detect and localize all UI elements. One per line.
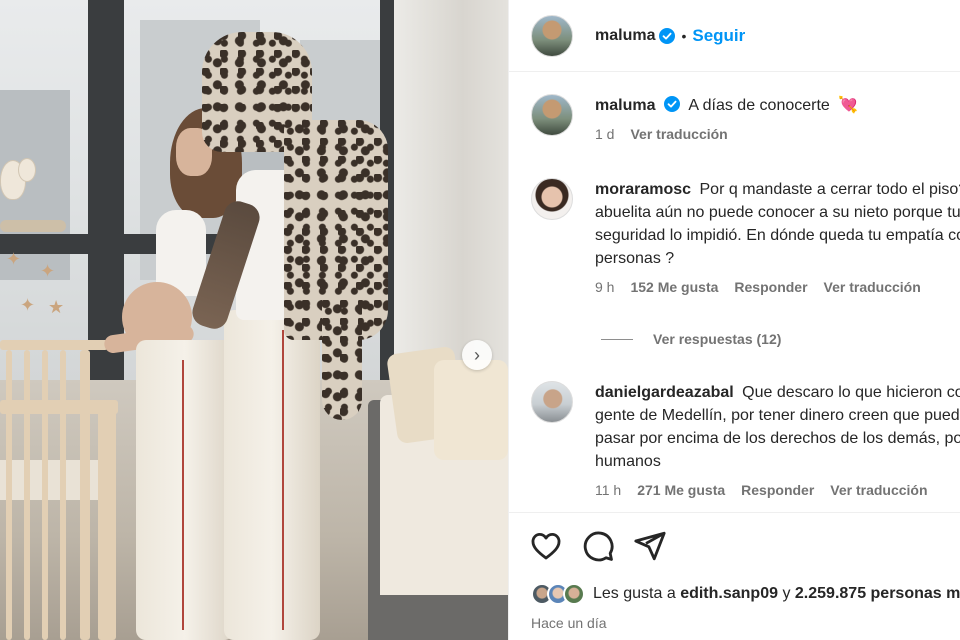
pants-stripe: [282, 330, 284, 630]
comment-bubble-icon[interactable]: [581, 529, 615, 563]
comment-likes[interactable]: 152 Me gusta: [630, 276, 718, 299]
liker-avatar[interactable]: [563, 583, 585, 605]
separator-dot: •: [681, 27, 687, 44]
caption-avatar[interactable]: [531, 94, 573, 136]
mobile-star: ★: [48, 297, 65, 317]
liker-username[interactable]: edith.sanp09: [680, 585, 778, 602]
translate-link[interactable]: Ver traducción: [630, 123, 727, 146]
author-avatar[interactable]: [531, 14, 573, 57]
verified-badge-icon: [663, 96, 680, 112]
crib-slat: [60, 350, 66, 640]
comment: danielgardeazabal Que descaro lo que hic…: [531, 381, 960, 502]
pants-stripe: [182, 360, 184, 630]
share-send-icon[interactable]: [633, 529, 667, 563]
post-header: maluma • Seguir: [509, 0, 960, 72]
likes-count[interactable]: 2.259.875 personas más: [795, 585, 960, 602]
follow-button[interactable]: Seguir: [692, 26, 745, 46]
post-caption: maluma A días de conocerte 💘 1 d Ver tra…: [531, 94, 960, 146]
like-heart-icon[interactable]: [529, 529, 563, 563]
post-actions: Les gusta a edith.sanp09 y 2.259.875 per…: [509, 512, 960, 640]
crib-slat: [42, 350, 48, 640]
curtain: [394, 0, 508, 380]
post-photo: ✦ ✦ ✦ ★ ›: [0, 0, 508, 640]
mobile-ornament: [18, 158, 36, 182]
comment: moraramosc Por q mandaste a cerrar todo …: [531, 178, 960, 299]
chevron-right-icon: ›: [474, 344, 480, 365]
crib-slat: [80, 350, 90, 640]
likes-summary: Les gusta a edith.sanp09 y 2.259.875 per…: [531, 583, 960, 605]
comment-likes[interactable]: 271 Me gusta: [637, 479, 725, 502]
crib-rail: [0, 340, 108, 350]
reply-button[interactable]: Responder: [734, 276, 807, 299]
post-sidebar: maluma • Seguir maluma A días de conocer…: [508, 0, 960, 640]
verified-badge-icon: [659, 27, 676, 44]
translate-link[interactable]: Ver traducción: [830, 479, 927, 502]
man-pants: [224, 310, 320, 640]
crib-slat: [6, 350, 12, 640]
translate-link[interactable]: Ver traducción: [824, 276, 921, 299]
comment-time: 11 h: [595, 482, 622, 498]
view-replies-button[interactable]: Ver respuestas (12): [601, 331, 781, 347]
heart-emoji-icon: 💘: [838, 97, 859, 114]
caption-username[interactable]: maluma: [595, 97, 655, 114]
commenter-username[interactable]: moraramosc: [595, 181, 691, 198]
crib-post: [98, 400, 116, 640]
window-frame: [88, 0, 124, 380]
reply-button[interactable]: Responder: [741, 479, 814, 502]
mobile-star: ✦: [40, 261, 56, 281]
likes-and: y: [782, 585, 791, 602]
view-replies-label: Ver respuestas (12): [653, 331, 782, 347]
caption-time: 1 d: [595, 126, 615, 142]
comment-time: 9 h: [595, 279, 615, 295]
crib-slat: [24, 350, 30, 640]
woman-pants: [136, 340, 234, 640]
replies-line: [601, 338, 633, 340]
leopard-tail: [322, 300, 362, 420]
commenter-avatar[interactable]: [531, 178, 573, 220]
commenter-avatar[interactable]: [531, 381, 573, 423]
post-time: Hace un día: [531, 615, 607, 631]
pillow: [434, 360, 508, 460]
caption-text: A días de conocerte: [688, 97, 830, 114]
crib-mattress: [0, 460, 108, 500]
likes-prefix: Les gusta a: [593, 585, 676, 602]
commenter-username[interactable]: danielgardeazabal: [595, 384, 734, 401]
mobile-ring: [0, 220, 66, 232]
author-username[interactable]: maluma: [595, 27, 655, 45]
mobile-star: ✦: [20, 295, 36, 315]
next-image-button[interactable]: ›: [462, 340, 492, 370]
mobile-star: ✦: [6, 249, 22, 269]
